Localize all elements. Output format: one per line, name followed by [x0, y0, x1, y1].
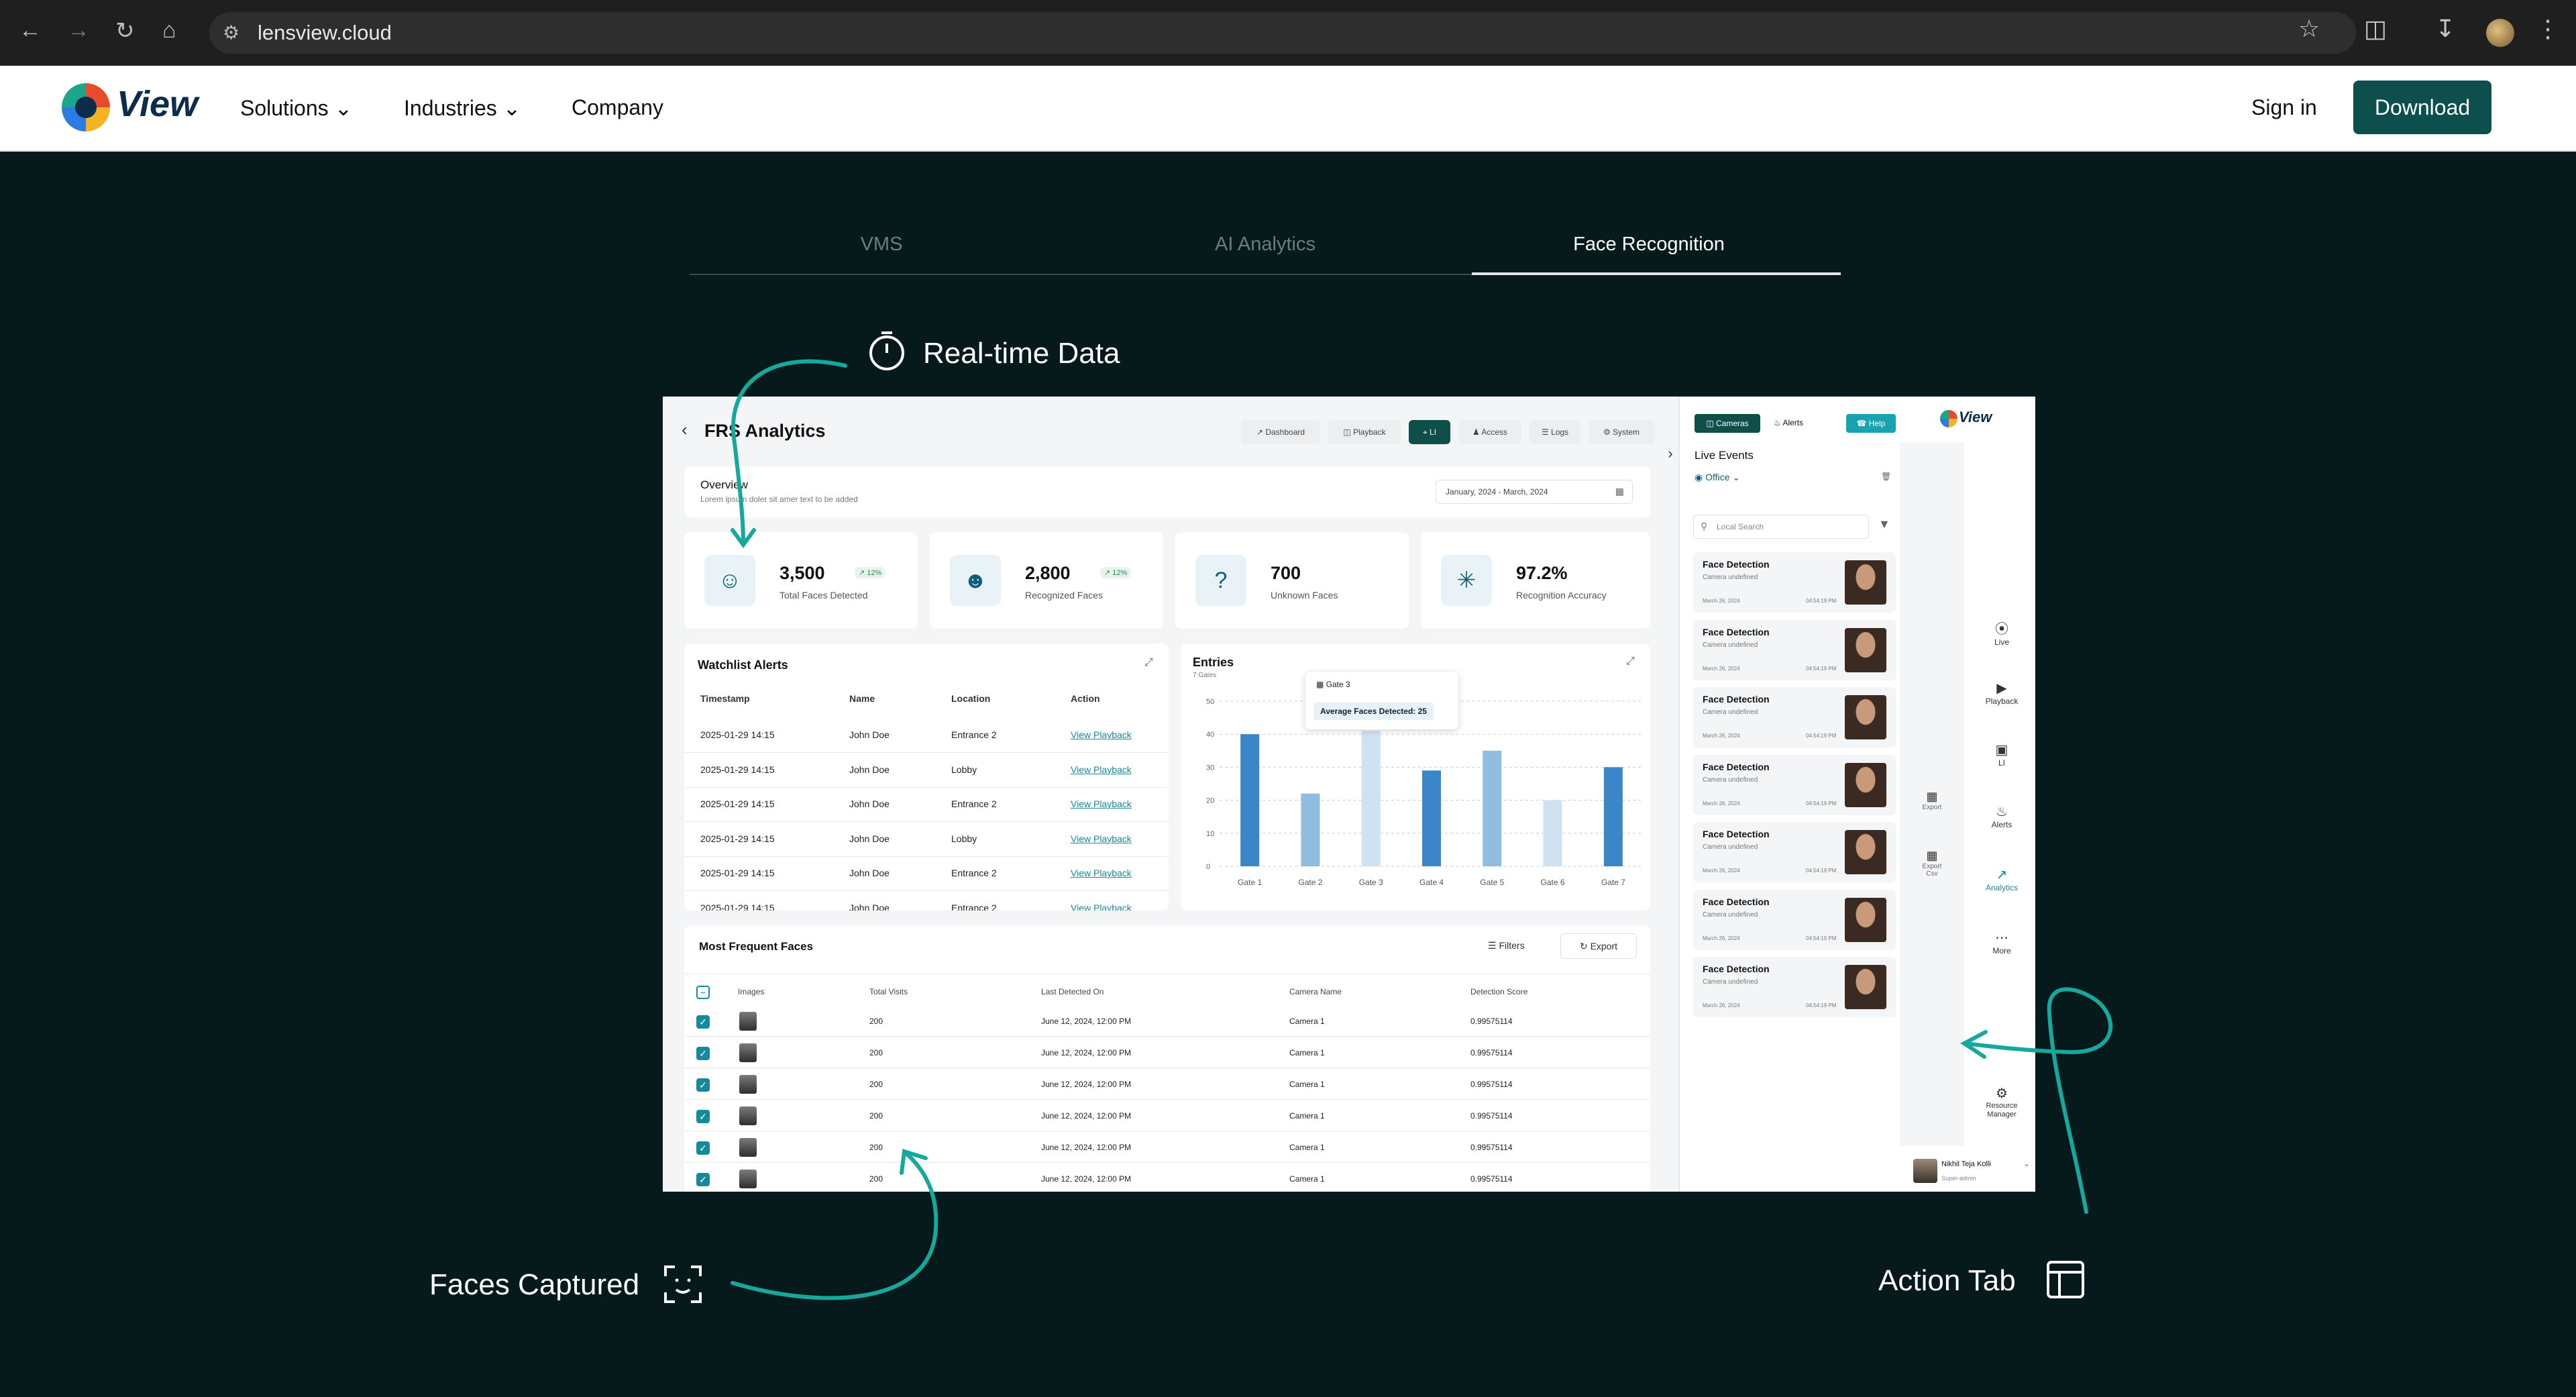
annotation-arrows [731, 359, 2113, 1300]
page: { "browser": { "url": "lensview.cloud", … [0, 0, 2576, 1397]
